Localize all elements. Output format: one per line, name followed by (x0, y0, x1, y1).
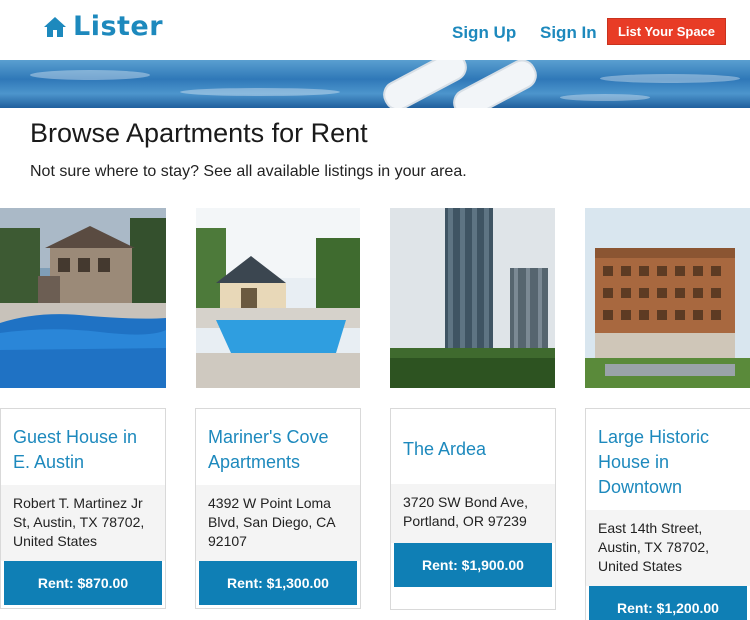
listing-address: 4392 W Point Loma Blvd, San Diego, CA 92… (196, 485, 360, 561)
listing-title[interactable]: Mariner's Cove Apartments (196, 409, 360, 485)
logo-text: Lister (73, 11, 164, 42)
listing-address: 3720 SW Bond Ave, Portland, OR 97239 (391, 484, 555, 543)
page-title: Browse Apartments for Rent (30, 118, 368, 148)
rent-button[interactable]: Rent: $1,300.00 (199, 561, 357, 605)
listing-title[interactable]: The Ardea (391, 409, 555, 484)
listing-photo-3[interactable] (390, 208, 555, 388)
site-header: Lister Sign Up Sign In List Your Space (0, 0, 750, 60)
rent-button[interactable]: Rent: $1,900.00 (394, 543, 552, 587)
sign-in-link[interactable]: Sign In (540, 23, 597, 43)
listing-photo-4[interactable] (585, 208, 750, 388)
listing-title[interactable]: Guest House in E. Austin (1, 409, 165, 485)
listing-title[interactable]: Large Historic House in Downtown (586, 409, 750, 510)
listing-card-4: Large Historic House in Downtown East 14… (585, 408, 750, 620)
listing-card-1: Guest House in E. Austin Robert T. Marti… (0, 408, 166, 609)
page-subtitle: Not sure where to stay? See all availabl… (30, 163, 467, 180)
hero-banner-image (0, 60, 750, 108)
listing-photo-2[interactable] (196, 208, 360, 388)
listing-card-2: Mariner's Cove Apartments 4392 W Point L… (195, 408, 361, 609)
listing-address: East 14th Street, Austin, TX 78702, Unit… (586, 510, 750, 586)
list-your-space-button[interactable]: List Your Space (607, 18, 726, 45)
listing-address: Robert T. Martinez Jr St, Austin, TX 787… (1, 485, 165, 561)
listing-photo-1[interactable] (0, 208, 166, 388)
logo[interactable]: Lister (43, 12, 163, 42)
home-icon (44, 17, 66, 37)
rent-button[interactable]: Rent: $1,200.00 (589, 586, 747, 620)
sign-up-link[interactable]: Sign Up (452, 23, 516, 43)
rent-button[interactable]: Rent: $870.00 (4, 561, 162, 605)
listing-card-3: The Ardea 3720 SW Bond Ave, Portland, OR… (390, 408, 556, 610)
